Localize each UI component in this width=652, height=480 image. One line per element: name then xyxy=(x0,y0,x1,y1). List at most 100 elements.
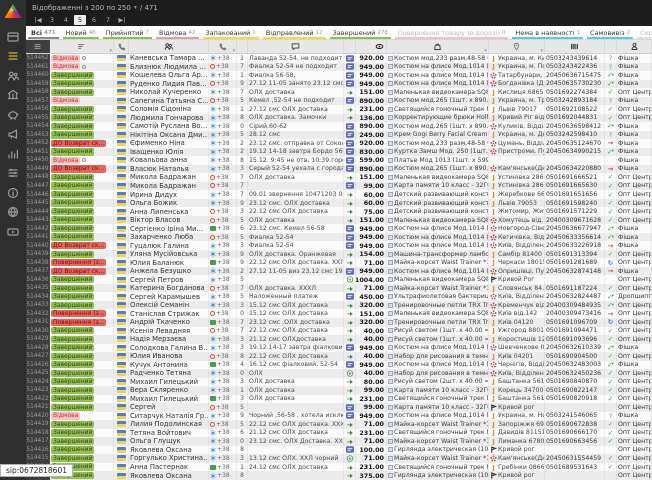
tab-самовивіз[interactable]: Самовивіз2 xyxy=(585,26,635,39)
page-button-3[interactable]: 3 xyxy=(46,15,58,25)
tab-запакований[interactable]: Запакований1 xyxy=(201,26,261,39)
page-button-7[interactable]: 7 xyxy=(102,15,114,25)
tab-повернення-товару-в-дорозі-[interactable]: Повернення товару (в дорозі)0 xyxy=(393,26,510,39)
chevron-down-icon[interactable]: ▾ xyxy=(134,4,137,11)
table-row[interactable]: 514434ЗавершенийСергей Карамышев+385Нало… xyxy=(26,292,652,301)
tab-завершений[interactable]: Завершений278 xyxy=(328,26,393,39)
table-row[interactable]: 514421ЗавершенийСергей+38599.00Карта пам… xyxy=(26,403,652,412)
table-row[interactable]: 514440ДО Возврат ск…Гуцалюк Галина+383Фи… xyxy=(26,241,652,250)
table-row[interactable]: 514438Повернення (з…Юлия Баланюк+38922.1… xyxy=(26,258,652,267)
app-logo-icon[interactable] xyxy=(5,4,22,18)
table-row[interactable]: 514437ДО Возврат ск…Анжела Безушко+38227… xyxy=(26,267,652,276)
table-row[interactable]: 514462ВідмоваКаневська Тамара …+381Лаван… xyxy=(26,54,652,63)
table-row[interactable]: 514431Повернення (з…Андрій Ткаченко+3872… xyxy=(26,318,652,327)
sidebar-item-orders[interactable] xyxy=(0,47,26,67)
tab-сервіси[interactable]: Сервіси0 xyxy=(635,26,652,39)
tab-всі[interactable]: Всі471 xyxy=(26,26,61,39)
table-row[interactable]: 514447ЗавершенийМикола Бадражан+38799.00… xyxy=(26,182,652,191)
table-row[interactable]: 514451ЗавершенийІващенко Юлія+38219.12 1… xyxy=(26,148,652,157)
sidebar-item-settings[interactable] xyxy=(0,164,26,184)
table-row[interactable]: 514446ЗавершенийИрина Дидух+38709.01 зве… xyxy=(26,190,652,199)
tab-нема-в-наявності[interactable]: Нема в наявності1 xyxy=(510,26,585,39)
filter-chevron-icon[interactable]: ▾ xyxy=(109,48,112,54)
sidebar-item-marketing[interactable] xyxy=(0,125,26,145)
table-row[interactable]: 514458ЗавершенийНиколай Кучеренко+387ОЛХ… xyxy=(26,88,652,97)
table-row[interactable]: 514443ЗавершенийВіктор Власов+385ОЛХ дос… xyxy=(26,216,652,225)
table-row[interactable]: 514422ЗавершенийМихаил Гилецький+383ОЛХ … xyxy=(26,395,652,404)
column-header-comment[interactable] xyxy=(248,40,344,53)
table-row[interactable]: 514432Повернення (з…Станіслав Стрижак+38… xyxy=(26,309,652,318)
table-row[interactable]: 514426ЗавершенийКучук Антонина+38416.12 … xyxy=(26,361,652,370)
table-row[interactable]: 514445ЗавершенийОльга Божик+38923.12 смс… xyxy=(26,199,652,208)
sidebar-item-support[interactable] xyxy=(0,203,26,223)
table-row[interactable]: 514417ЗавершенийОльга Глущук+38023.12 см… xyxy=(26,437,652,446)
table-row[interactable]: 514450ВідмоваКовальова анна+38815.12. 9:… xyxy=(26,156,652,165)
table-row[interactable]: 514453ЗавершенийНікітіна Оксана Дми…+385… xyxy=(26,131,652,140)
column-header-status[interactable]: ▾ xyxy=(50,40,114,53)
table-row[interactable]: 514452ДО Возврат ск…Єфименко Ніна+38223.… xyxy=(26,139,652,148)
table-row[interactable]: 514460ЗавершенийКошелева Ольга Ар…+381Фи… xyxy=(26,71,652,80)
filter-chevron-icon[interactable]: ▾ xyxy=(484,48,487,54)
table-row[interactable]: 514424ЗавершенийМихаил Гилецький+383ОЛХ … xyxy=(26,378,652,387)
table-row[interactable]: 514428ЗавершенийСолодкова Галина В…+3831… xyxy=(26,344,652,353)
first-page-button[interactable]: |◀ xyxy=(32,15,44,25)
table-row[interactable]: 514442ЗавершенийСергієнко Іріна Ми…+3862… xyxy=(26,224,652,233)
column-header-product[interactable]: ▾ xyxy=(387,40,489,53)
table-row[interactable]: 514444ЗавершенийАнна Липенська+38322.12 … xyxy=(26,207,652,216)
filter-chevron-icon[interactable]: ▾ xyxy=(540,48,543,54)
table-row[interactable]: 514435ЗавершенийКатерина Богданова+387ОЛ… xyxy=(26,284,652,293)
table-row[interactable]: 514441ЗавершенийЗахарченко Люба+385Фиалк… xyxy=(26,233,652,242)
table-row[interactable]: 514436ЗавершенийСергей Петров+385₴1004.0… xyxy=(26,275,652,284)
page-button-4[interactable]: 4 xyxy=(60,15,72,25)
column-header-tracking[interactable] xyxy=(545,40,605,53)
column-header-check[interactable] xyxy=(605,40,617,53)
table-row[interactable]: 514427ЗавершенийЮлия Иванова+38822.12 см… xyxy=(26,352,652,361)
table-row[interactable]: 514419ЗавершенийЛилия Подолинская+38522.… xyxy=(26,420,652,429)
table-row[interactable]: 514418ЗавершенийТетяна Войтович+38621.12… xyxy=(26,429,652,438)
table-row[interactable]: 514461ВідмоваБлизнюк Людмила …+387Фиалка… xyxy=(26,63,652,72)
table-row[interactable]: 514423ЗавершенийВера Скляренко+381ОЛХ до… xyxy=(26,386,652,395)
table-row[interactable]: 514415ЗавершенийГоргулько Христина…+3831… xyxy=(26,454,652,463)
sidebar-item-customers[interactable] xyxy=(0,66,26,86)
filter-chevron-icon[interactable]: ▾ xyxy=(232,48,235,54)
table-row[interactable]: 514439ЗавершенийУляна Мусійовська+389ОЛХ… xyxy=(26,250,652,259)
table-row[interactable]: 514425ЗавершенийРадченко Тетяна+380ОЛХ₴4… xyxy=(26,369,652,378)
sidebar-item-video[interactable] xyxy=(0,222,26,242)
table-row[interactable]: 514433ЗавершенийОлексій Семанін+38315.12… xyxy=(26,301,652,310)
column-header-location[interactable]: ▾ xyxy=(489,40,545,53)
sidebar-item-dashboard[interactable] xyxy=(0,27,26,47)
table-row[interactable]: 514455ЗавершенийЛюдмила Гончарова+388ОЛХ… xyxy=(26,114,652,123)
column-header-flag[interactable] xyxy=(114,40,129,53)
column-header-phone[interactable]: ▾ xyxy=(209,40,237,53)
sidebar-item-reports[interactable] xyxy=(0,144,26,164)
tab-відмова[interactable]: Відмова42 xyxy=(154,26,200,39)
table-row[interactable]: 514413ЗавершенийЯковлева Оксана+388375.0… xyxy=(26,471,652,480)
column-header-pay[interactable] xyxy=(344,40,356,53)
tab-прийнятий[interactable]: Прийнятий7 xyxy=(101,26,154,39)
sidebar-item-finance[interactable] xyxy=(0,105,26,125)
tab-відправлений[interactable]: Відправлений12 xyxy=(261,26,328,39)
page-button-5[interactable]: 5 xyxy=(74,15,86,25)
table-row[interactable]: 514456ЗавершенийСоломія Сідоніна+38127.1… xyxy=(26,105,652,114)
table-row[interactable]: 514414ЗавершенийАнна Пастернак+38124.12 … xyxy=(26,463,652,472)
column-header-count[interactable] xyxy=(237,40,248,53)
last-page-button[interactable]: ▶| xyxy=(116,15,128,25)
table-row[interactable]: 514429ЗавершенийНадія Мерзаєва+38321.12 … xyxy=(26,335,652,344)
table-row[interactable]: 514457ВідмоваСапегина Татьяна С…+385Кеме… xyxy=(26,97,652,106)
table-row[interactable]: 514430ЗавершенийКсенія Левадняя+38722.12… xyxy=(26,327,652,336)
column-header-name[interactable] xyxy=(129,40,209,53)
table-row[interactable]: 514416ЗавершенийЯковлева Оксана+388100.0… xyxy=(26,446,652,455)
page-button-6[interactable]: 6 xyxy=(88,15,100,25)
sidebar-item-warehouse[interactable] xyxy=(0,86,26,106)
column-header-source[interactable] xyxy=(617,40,652,53)
tab-новий[interactable]: Новий48 xyxy=(61,26,101,39)
column-header-price[interactable] xyxy=(356,40,387,53)
table-row[interactable]: 514454ЗавершенийСамотій Руслана Во…+380С… xyxy=(26,122,652,131)
sidebar-item-info[interactable] xyxy=(0,183,26,203)
table-row[interactable]: 514448ЗавершенийМикола Бадражан+387ОЛХ д… xyxy=(26,173,652,182)
package-icon xyxy=(388,371,393,376)
table-row[interactable]: 514420ВідмоваСитарчук Наталія Гр…+389Чор… xyxy=(26,412,652,421)
table-row[interactable]: 514459ЗавершенийРуденко Лидия Пав…+38927… xyxy=(26,80,652,89)
column-header-id[interactable] xyxy=(26,40,50,53)
table-row[interactable]: 514449ДО Возврат ск…Власюк Наталья+383Се… xyxy=(26,165,652,174)
